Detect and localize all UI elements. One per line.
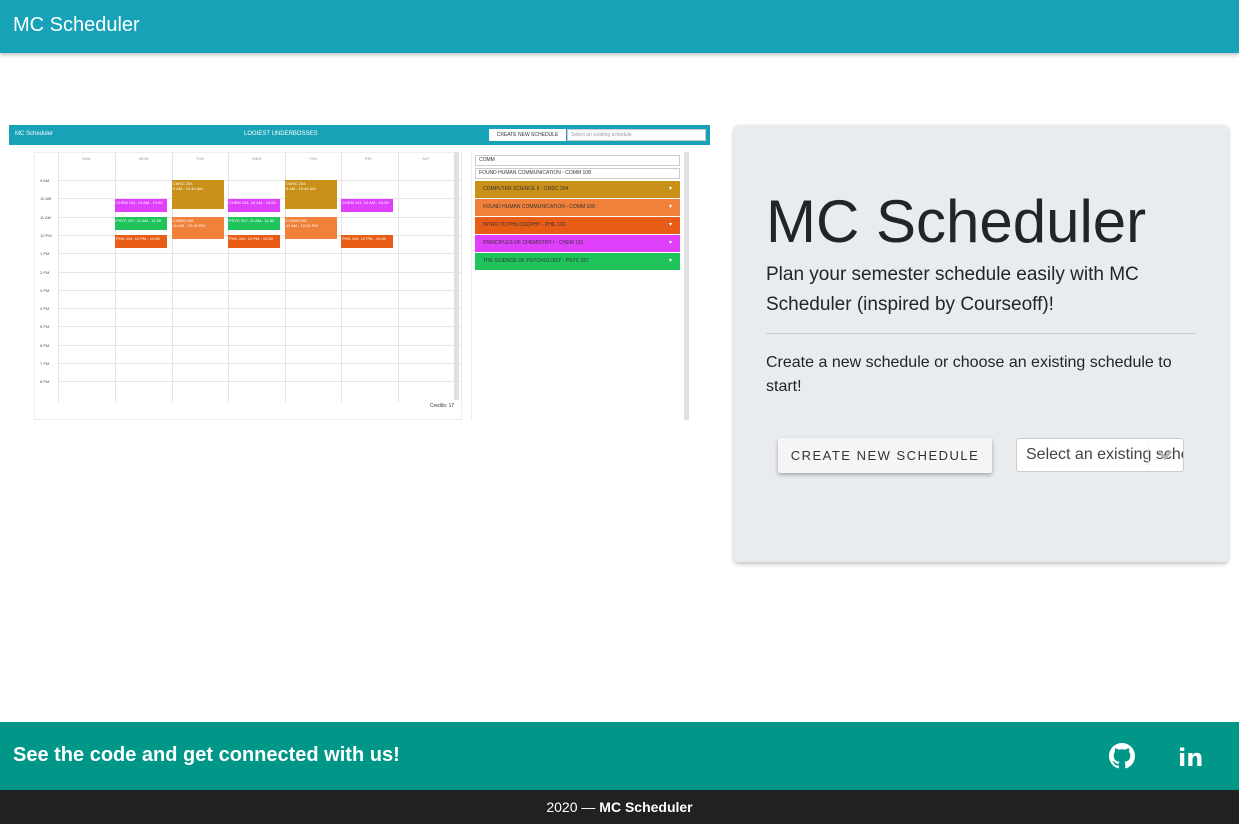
preview-course-item: COMPUTER SCIENCE II - CMSC 204 ▾: [475, 181, 680, 198]
calendar-hour-line: [58, 326, 461, 328]
copyright-prefix: 2020 —: [546, 799, 600, 815]
preview-course-panel: COMM FOUND HUMAN COMMUNICATION - COMM 10…: [471, 152, 689, 420]
calendar-event: CMSC 204 9 AM - 10:40 AM: [172, 180, 224, 209]
chevron-down-icon: ▾: [668, 204, 672, 210]
calendar-hour-label: 3 PM: [40, 287, 50, 293]
navbar-brand[interactable]: MC Scheduler: [13, 14, 140, 37]
calendar-event: CHEM 131, 10 AM - 10:50: [228, 199, 280, 212]
navbar: MC Scheduler: [0, 0, 1239, 53]
calendar-gridline: [115, 153, 116, 402]
linkedin-icon[interactable]: in: [1178, 744, 1203, 772]
preview-course-item: INTRO TO PHILOSOPHY - PHIL 101 ▾: [475, 217, 680, 234]
calendar-hour-line: [58, 381, 461, 383]
calendar-hour-label: 6 PM: [40, 342, 50, 348]
calendar-day-header: TUE: [196, 156, 204, 161]
calendar-hour-line: [58, 271, 461, 273]
footer-message: See the code and get connected with us!: [13, 744, 400, 766]
calendar-hour-label: 9 AM: [40, 178, 50, 183]
preview-create-button: CREATE NEW SCHEDULE: [489, 129, 566, 141]
github-icon[interactable]: [1109, 743, 1135, 769]
chevron-down-icon: ▾: [668, 186, 672, 192]
preview-brand: MC Scheduler: [15, 131, 54, 137]
calendar-event: CHEM 131, 10 AM - 10:50: [341, 199, 393, 212]
select-separator: [1148, 447, 1149, 465]
calendar-event: COMM 108 11 AM - 12:15 PM: [172, 217, 224, 239]
calendar-gridline: [461, 153, 462, 402]
calendar-hour-line: [58, 363, 461, 364]
calendar-day-header: SAT: [422, 156, 430, 161]
calendar-gridline: [58, 153, 59, 402]
chevron-down-icon: ▾: [668, 240, 672, 246]
calendar-event: PHIL 101, 12 PM - 12:50: [228, 235, 280, 248]
calendar-gridline: [228, 153, 229, 402]
app-preview-image: MC Scheduler LOGIEST UNDERBOSSES CREATE …: [9, 125, 710, 421]
calendar-hour-line: [58, 253, 461, 255]
calendar-hour-label: 1 PM: [40, 251, 50, 257]
calendar-hour-label: 10 AM: [40, 196, 52, 202]
hero-description: Create a new schedule or choose an exist…: [766, 354, 1172, 395]
calendar-hour-label: 2 PM: [40, 269, 50, 275]
preview-select: Select an existing schedule: [567, 129, 706, 141]
calendar-hour-line: [58, 308, 461, 310]
calendar-hour-label: 8 PM: [40, 379, 50, 385]
calendar-hour-line: [58, 344, 461, 346]
existing-schedule-select[interactable]: Select an existing schedule: [1016, 438, 1184, 472]
preview-navbar: MC Scheduler LOGIEST UNDERBOSSES CREATE …: [9, 125, 710, 145]
footer: See the code and get connected with us!: [0, 722, 1239, 790]
hero-lead: Plan your semester schedule easily with …: [766, 264, 1139, 315]
calendar-day-header: WED: [252, 156, 262, 161]
hero-title: MC Scheduler: [766, 188, 1147, 255]
chevron-down-icon: [1157, 439, 1173, 471]
preview-calendar: SUN MON TUE WED THU FRI SAT 9 AM 10 AM 11 AM 12 PM…: [34, 152, 462, 420]
preview-credits: Credits: 17: [430, 403, 455, 409]
copyright-brand: MC Scheduler: [599, 799, 693, 815]
hero-card: MC Scheduler Plan your semester schedule…: [734, 125, 1228, 562]
preview-search-field: COMM: [475, 155, 680, 166]
calendar-hour-label: 12 PM: [40, 232, 52, 238]
calendar-day-header: MON: [139, 156, 149, 161]
chevron-down-icon: ▾: [668, 222, 672, 228]
calendar-day-header: FRI: [365, 156, 372, 161]
preview-course-item: THE SCIENCE OF PSYCHOLOGY - PSYC 207 ▾: [475, 253, 680, 270]
calendar-gridline: [341, 153, 342, 402]
calendar-day-header: THU: [309, 156, 318, 161]
calendar-gridline: [398, 153, 399, 402]
calendar-event: PSYC 207, 11 AM - 11:50: [115, 217, 167, 230]
create-new-schedule-button[interactable]: CREATE NEW SCHEDULE: [778, 438, 992, 473]
calendar-event: PSYC 207, 11 AM - 11:50: [228, 217, 280, 230]
calendar-event: COMM 108 11 AM - 12:15 PM: [285, 217, 337, 239]
calendar-hour-line: [58, 289, 461, 291]
calendar-hour-label: 4 PM: [40, 306, 50, 312]
chevron-down-icon: ▾: [668, 258, 672, 264]
calendar-hour-label: 7 PM: [40, 361, 50, 366]
calendar-event: CHEM 131, 10 AM - 10:50: [115, 199, 167, 212]
copyright-bar: 2020 — MC Scheduler: [0, 790, 1239, 824]
preview-selected-course: FOUND HUMAN COMMUNICATION - COMM 108: [475, 168, 680, 179]
calendar-event: PHIL 101, 12 PM - 12:50: [341, 235, 393, 248]
calendar-hour-line: [58, 180, 461, 181]
preview-course-item: PRINCIPLES OF CHEMISTRY I - CHEM 131 ▾: [475, 235, 680, 252]
hero-divider: [766, 333, 1196, 334]
preview-course-item: FOUND HUMAN COMMUNICATION - COMM 108 ▾: [475, 199, 680, 216]
calendar-hour-label: 11 AM: [40, 214, 52, 220]
preview-calendar-scrollbar: [454, 152, 459, 400]
preview-title: LOGIEST UNDERBOSSES: [244, 131, 318, 137]
preview-panel-scrollbar: [684, 152, 689, 420]
calendar-day-header: SUN: [82, 156, 91, 161]
calendar-event: CMSC 204 9 AM - 10:40 AM: [285, 180, 337, 209]
calendar-hour-label: 5 PM: [40, 324, 50, 330]
calendar-event: PHIL 101, 12 PM - 12:50: [115, 235, 167, 248]
